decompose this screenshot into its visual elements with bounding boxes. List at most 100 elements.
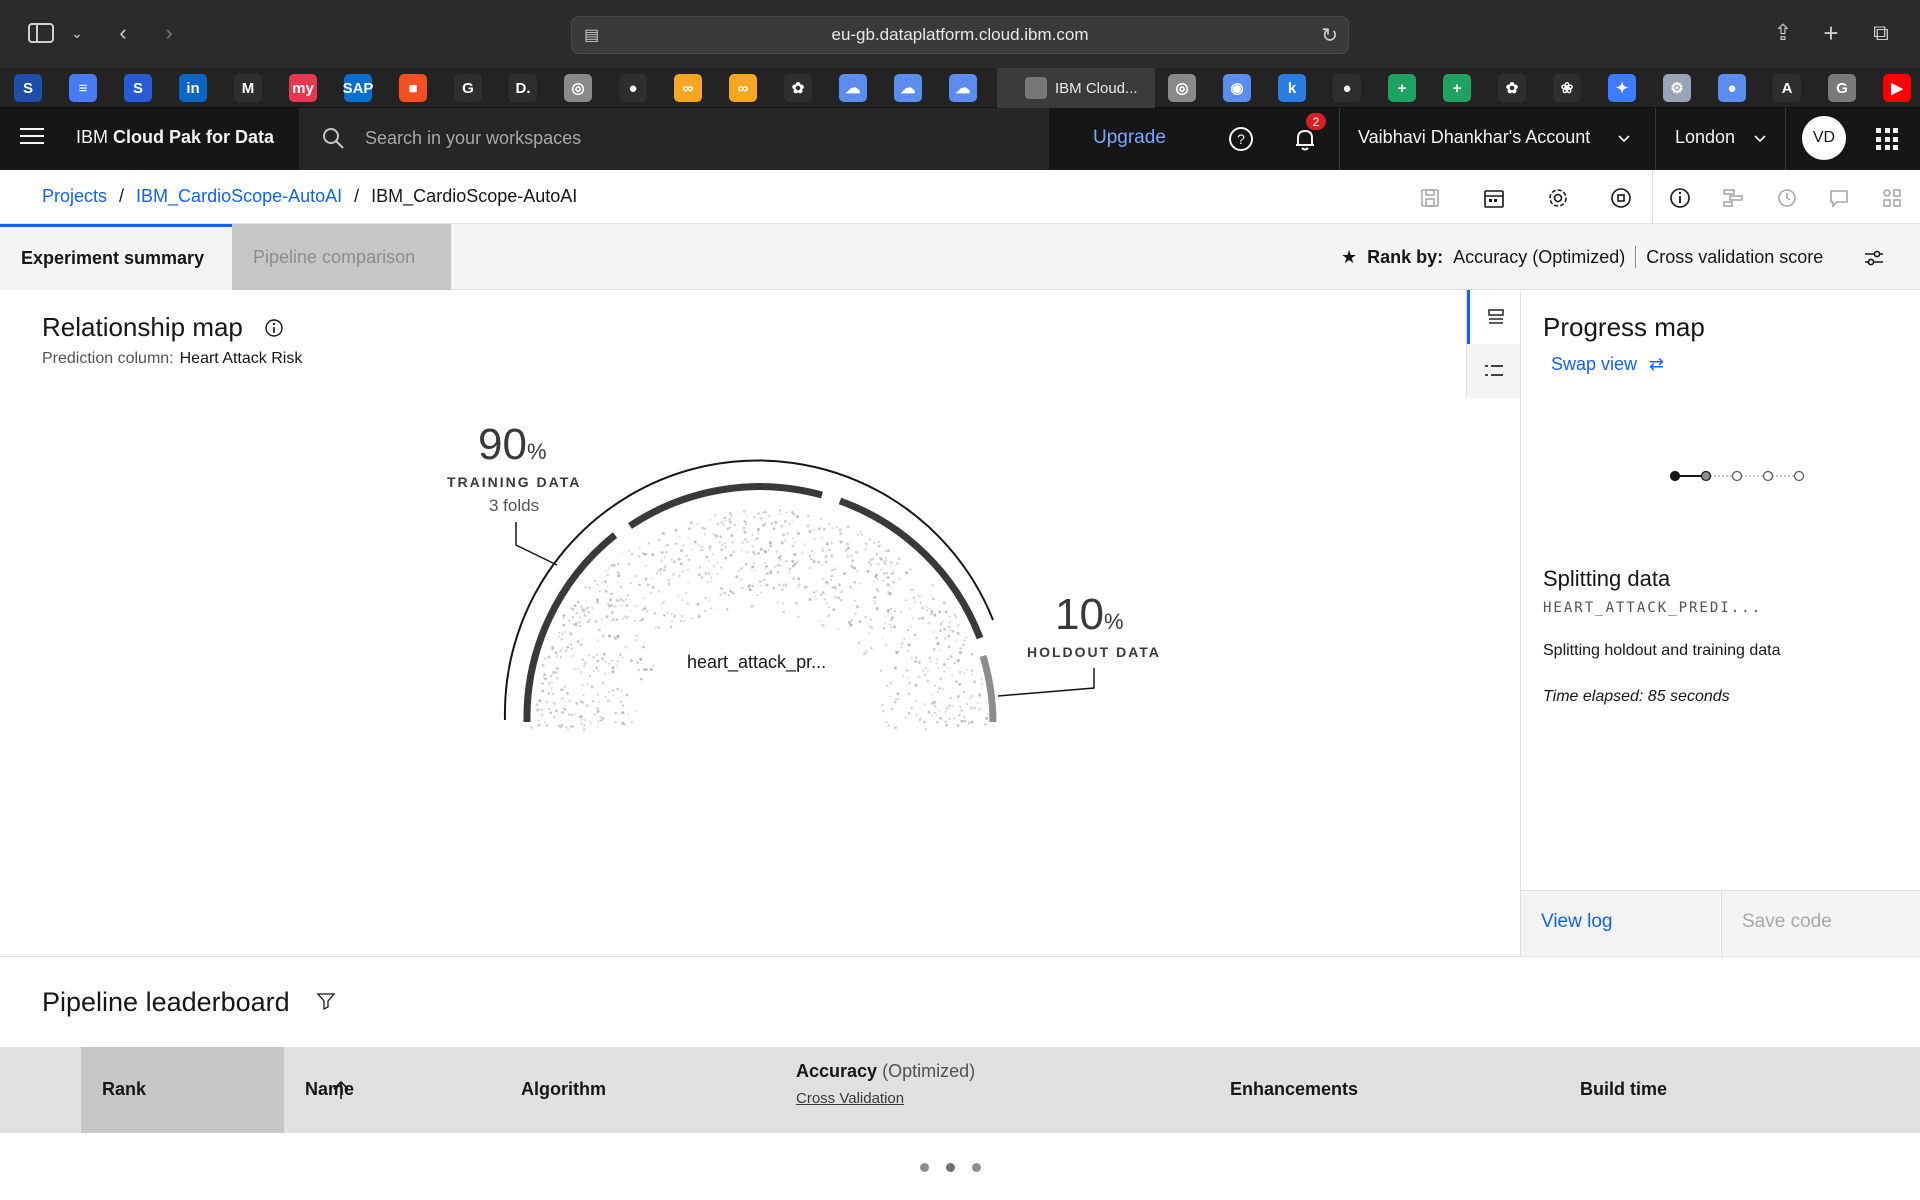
- accuracy-column-header[interactable]: Accuracy (Optimized) Cross Validation: [796, 1061, 975, 1107]
- data-point: [963, 691, 966, 694]
- k-icon[interactable]: k: [1278, 74, 1306, 102]
- docs-icon[interactable]: ≡: [69, 74, 97, 102]
- app-switcher-icon[interactable]: [1876, 128, 1898, 150]
- sidebar-toggle-icon[interactable]: [26, 18, 56, 48]
- info-icon[interactable]: [1668, 186, 1692, 210]
- data-point: [607, 585, 609, 588]
- sheets-icon[interactable]: +: [1443, 74, 1471, 102]
- app-icon[interactable]: A: [1773, 74, 1801, 102]
- cross-validation-link[interactable]: Cross Validation: [796, 1090, 975, 1107]
- chevron-down-icon[interactable]: [1617, 132, 1631, 146]
- tab-pipeline-comparison[interactable]: Pipeline comparison: [232, 224, 451, 290]
- build-time-column-header[interactable]: Build time: [1580, 1079, 1667, 1100]
- region-selector[interactable]: London: [1675, 127, 1735, 148]
- openai-icon[interactable]: ✿: [1498, 74, 1526, 102]
- search-bar[interactable]: Search in your workspaces: [299, 108, 1049, 170]
- g-icon[interactable]: G: [1828, 74, 1856, 102]
- openai-icon[interactable]: ✿: [784, 74, 812, 102]
- address-bar[interactable]: ▤ eu-gb.dataplatform.cloud.ibm.com ↻: [571, 16, 1349, 54]
- sheets-icon[interactable]: +: [1388, 74, 1416, 102]
- ibm-cloud-icon[interactable]: ◎: [1168, 74, 1196, 102]
- ibm-cloud-icon[interactable]: ◎: [564, 74, 592, 102]
- d-icon[interactable]: D.: [509, 74, 537, 102]
- name-column-header[interactable]: Name: [305, 1079, 354, 1100]
- s-blue-icon[interactable]: S: [14, 74, 42, 102]
- myntra-icon[interactable]: my: [289, 74, 317, 102]
- cloud-icon[interactable]: ☁: [894, 74, 922, 102]
- enhancements-column-header[interactable]: Enhancements: [1230, 1079, 1358, 1100]
- data-point: [876, 588, 879, 592]
- s-blue-icon[interactable]: S: [124, 74, 152, 102]
- github-icon[interactable]: ●: [1333, 74, 1361, 102]
- google-icon[interactable]: G: [454, 74, 482, 102]
- site-settings-icon[interactable]: ▤: [584, 25, 604, 45]
- sap-icon[interactable]: SAP: [343, 74, 373, 102]
- infinity-icon[interactable]: ∞: [674, 74, 702, 102]
- data-point: [645, 667, 648, 671]
- data-point: [970, 720, 974, 724]
- data-point: [846, 525, 850, 529]
- github-icon[interactable]: ●: [619, 74, 647, 102]
- view-log-button[interactable]: View log: [1521, 891, 1720, 957]
- circle-icon[interactable]: ●: [1718, 74, 1746, 102]
- data-point: [730, 534, 734, 538]
- tab-overview-icon[interactable]: ⧉: [1866, 18, 1896, 48]
- active-tab[interactable]: IBM Cloud...: [997, 68, 1155, 108]
- algorithm-column-header[interactable]: Algorithm: [521, 1079, 606, 1100]
- stage-node[interactable]: [1793, 470, 1805, 482]
- new-tab-icon[interactable]: +: [1816, 18, 1846, 48]
- breadcrumb-projects[interactable]: Projects: [42, 186, 107, 207]
- data-point: [925, 667, 927, 669]
- data-point: [604, 589, 608, 593]
- data-point: [658, 590, 661, 593]
- tab-experiment-summary[interactable]: Experiment summary: [0, 224, 232, 290]
- sliders-icon[interactable]: [1862, 246, 1886, 270]
- data-point: [614, 721, 617, 724]
- tools-icon[interactable]: ⚙: [1663, 74, 1691, 102]
- filter-icon[interactable]: [316, 991, 336, 1011]
- data-point: [739, 567, 743, 570]
- settings-gear-icon[interactable]: [1546, 186, 1570, 210]
- globe-icon[interactable]: ◉: [1223, 74, 1251, 102]
- microsoft-icon[interactable]: ■: [399, 74, 427, 102]
- butterfly-icon[interactable]: ✦: [1608, 74, 1636, 102]
- infinity-icon[interactable]: ∞: [729, 74, 757, 102]
- cloud-icon[interactable]: ☁: [839, 74, 867, 102]
- chevron-down-icon[interactable]: [1753, 132, 1767, 146]
- rank-column-header[interactable]: Rank: [81, 1047, 349, 1133]
- stage-node[interactable]: [1731, 470, 1743, 482]
- upgrade-link[interactable]: Upgrade: [1093, 127, 1166, 149]
- tab-map-view[interactable]: [1467, 290, 1521, 344]
- dataset-name[interactable]: heart_attack_pr...: [687, 652, 826, 673]
- breadcrumb-project[interactable]: IBM_CardioScope-AutoAI: [136, 186, 342, 207]
- tab-list-view[interactable]: [1467, 344, 1521, 398]
- avatar[interactable]: VD: [1802, 116, 1846, 160]
- data-point: [670, 620, 673, 622]
- rank-by[interactable]: ★ Rank by: Accuracy (Optimized) Cross va…: [1341, 246, 1823, 268]
- gmail-icon[interactable]: M: [234, 74, 262, 102]
- data-point: [718, 541, 721, 544]
- data-point: [889, 623, 892, 626]
- data-point: [794, 562, 797, 565]
- share-icon[interactable]: ⇪: [1768, 18, 1798, 48]
- data-point: [798, 583, 801, 586]
- back-icon[interactable]: ‹: [108, 18, 138, 48]
- youtube-icon[interactable]: ▶: [1883, 74, 1911, 102]
- stage-node[interactable]: [1669, 470, 1681, 482]
- calendar-icon[interactable]: [1482, 186, 1506, 210]
- swap-view-link[interactable]: Swap view ⇄: [1551, 354, 1664, 375]
- stage-node[interactable]: [1700, 470, 1712, 482]
- reload-icon[interactable]: ↻: [1321, 23, 1338, 48]
- account-switcher[interactable]: Vaibhavi Dhankhar's Account: [1358, 127, 1590, 148]
- stage-node[interactable]: [1762, 470, 1774, 482]
- cloud-icon[interactable]: ☁: [949, 74, 977, 102]
- product-name[interactable]: IBM Cloud Pak for Data: [76, 127, 274, 148]
- data-point: [755, 536, 759, 540]
- flower-icon[interactable]: ❀: [1553, 74, 1581, 102]
- chevron-down-icon[interactable]: ⌄: [62, 18, 92, 48]
- help-icon[interactable]: ?: [1226, 124, 1256, 154]
- hamburger-menu-icon[interactable]: [20, 128, 44, 148]
- stop-icon[interactable]: [1609, 186, 1633, 210]
- search-input[interactable]: Search in your workspaces: [365, 128, 581, 149]
- linkedin-icon[interactable]: in: [179, 74, 207, 102]
